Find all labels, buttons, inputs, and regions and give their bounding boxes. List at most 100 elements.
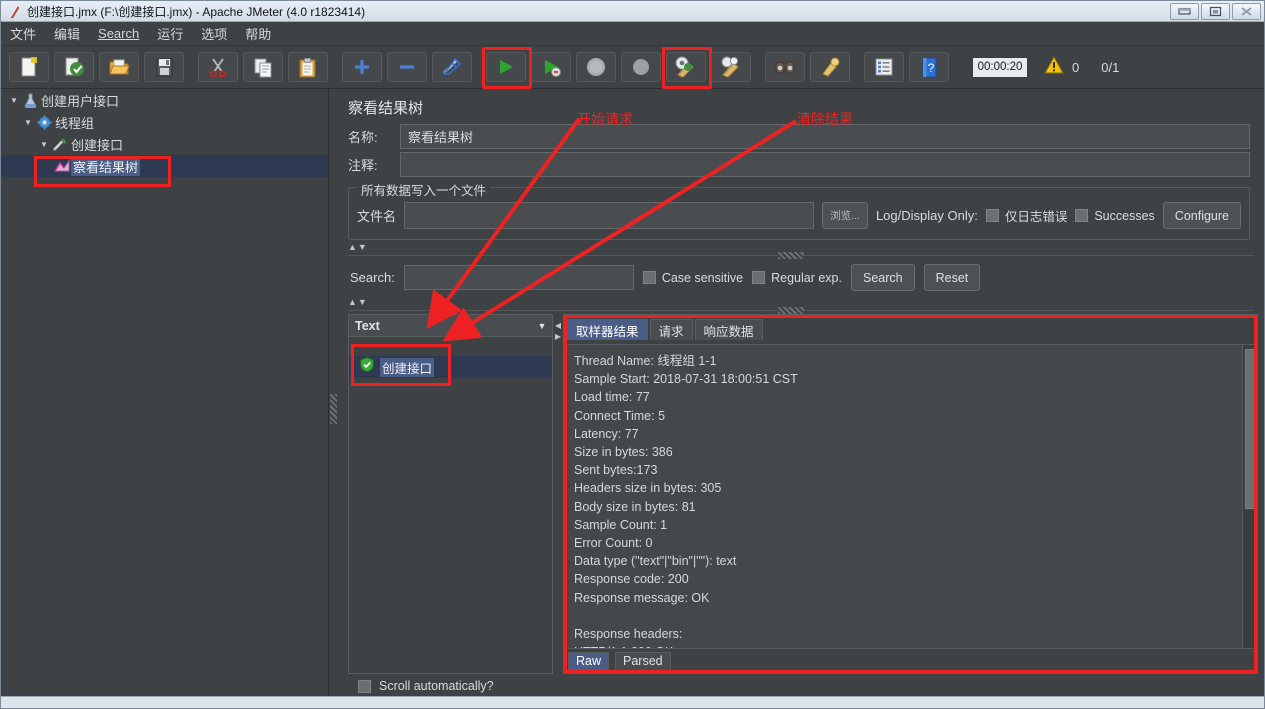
main-split-divider[interactable]: [329, 89, 338, 708]
name-field-row: 名称: 察看结果树: [348, 124, 1250, 149]
reset-search-button[interactable]: [810, 52, 850, 82]
split-arrow-icons[interactable]: ◀ ▶: [553, 320, 563, 342]
shutdown-button[interactable]: [621, 52, 661, 82]
warning-triangle-icon[interactable]: [1044, 55, 1064, 79]
elapsed-timer: 00:00:20: [972, 56, 1028, 78]
close-button[interactable]: [1232, 3, 1261, 20]
tree-node-view-results-tree[interactable]: 察看结果树: [1, 155, 328, 187]
tab-request[interactable]: 请求: [649, 319, 693, 340]
checkbox-box[interactable]: [642, 271, 656, 284]
tree-node-label: 创建用户接口: [41, 93, 120, 109]
result-item-create-interface[interactable]: 创建接口: [349, 356, 552, 378]
menu-help[interactable]: 帮助: [236, 22, 280, 45]
green-shield-success-icon: [360, 357, 374, 377]
clear-button[interactable]: [662, 47, 712, 89]
raw-button[interactable]: Raw: [568, 651, 610, 671]
tree-node-test-plan[interactable]: ▼ 创建用户接口: [1, 89, 328, 111]
horizontal-divider-top[interactable]: [348, 252, 1254, 259]
tree-node-thread-group[interactable]: ▼ 线程组: [1, 111, 328, 133]
search-label: Search:: [350, 270, 395, 285]
parsed-button[interactable]: Parsed: [615, 651, 671, 671]
detail-tabs: 取样器结果 请求 响应数据: [564, 315, 1257, 340]
chevron-down-icon[interactable]: ▼: [532, 315, 552, 336]
save-button[interactable]: [144, 52, 184, 82]
name-label: 名称:: [348, 130, 378, 145]
search-button[interactable]: [765, 52, 805, 82]
browse-button[interactable]: 浏览...: [822, 202, 868, 229]
divider-grip[interactable]: [778, 252, 804, 259]
active-thread-count: 0/1: [1101, 59, 1120, 75]
search-reset-button[interactable]: Reset: [923, 264, 981, 291]
comment-input[interactable]: [400, 152, 1250, 177]
status-bar: [1, 696, 1264, 708]
status-indicators: 0 0/1: [1044, 55, 1120, 79]
case-sensitive-checkbox[interactable]: Case sensitive: [642, 270, 744, 285]
help-button[interactable]: ?: [909, 52, 949, 82]
thread-group-gear-icon: [35, 114, 53, 130]
menu-run[interactable]: 运行: [148, 22, 192, 45]
new-button[interactable]: [9, 52, 49, 82]
templates-button[interactable]: [54, 52, 94, 82]
expander-icon[interactable]: ▼: [37, 140, 51, 149]
scroll-automatically-checkbox[interactable]: Scroll automatically?: [358, 679, 494, 693]
results-split-divider[interactable]: ◀ ▶: [553, 314, 563, 674]
expander-icon[interactable]: ▼: [21, 118, 35, 127]
configure-button[interactable]: Configure: [1162, 202, 1241, 229]
stop-button[interactable]: [576, 52, 616, 82]
start-button[interactable]: [482, 47, 532, 89]
open-button[interactable]: [99, 52, 139, 82]
copy-button[interactable]: [243, 52, 283, 82]
maximize-button[interactable]: [1201, 3, 1230, 20]
checkbox-box[interactable]: [1075, 209, 1089, 222]
start-no-pauses-button[interactable]: [531, 52, 571, 82]
horizontal-divider-bottom[interactable]: [348, 307, 1254, 314]
successes-checkbox[interactable]: Successes: [1075, 209, 1155, 223]
name-input[interactable]: 察看结果树: [400, 124, 1250, 149]
tab-sampler-result[interactable]: 取样器结果: [567, 319, 648, 340]
errors-only-label: 仅日志错误: [1004, 210, 1068, 224]
view-results-tree-panel: 察看结果树 名称: 察看结果树 注释: 所有数据写入一个文件 文件名 浏览...…: [338, 89, 1264, 708]
menu-search[interactable]: Search: [89, 24, 148, 43]
collapse-all-button[interactable]: [387, 52, 427, 82]
collapse-arrows-top[interactable]: ▲▼: [348, 242, 1264, 252]
warning-count: 0: [1072, 59, 1080, 75]
regular-exp-checkbox[interactable]: Regular exp.: [752, 271, 842, 285]
renderer-combo[interactable]: Text ▼: [349, 315, 552, 337]
group-legend: 所有数据写入一个文件: [357, 180, 491, 199]
comment-label: 注释:: [348, 158, 378, 173]
menu-options[interactable]: 选项: [192, 22, 236, 45]
menu-file[interactable]: 文件: [1, 22, 45, 45]
minimize-button[interactable]: [1170, 3, 1199, 20]
page-title: 察看结果树: [348, 100, 424, 117]
collapse-arrows-bottom[interactable]: ▲▼: [348, 297, 1264, 307]
sampler-result-text-area[interactable]: Thread Name: 线程组 1-1 Sample Start: 2018-…: [564, 344, 1257, 649]
split-grip-handle[interactable]: [330, 394, 337, 424]
expand-all-button[interactable]: [342, 52, 382, 82]
toggle-pencil-button[interactable]: [432, 52, 472, 82]
cut-button[interactable]: [198, 52, 238, 82]
filename-row: 文件名 浏览... Log/Display Only: 仅日志错误 Succes…: [357, 202, 1241, 229]
case-sensitive-label: Case sensitive: [661, 270, 744, 285]
checkbox-box[interactable]: [358, 679, 371, 693]
detail-scrollbar[interactable]: [1242, 345, 1257, 648]
checkbox-box[interactable]: [752, 271, 766, 284]
divider-grip[interactable]: [778, 307, 804, 314]
menu-search-label: Search: [98, 26, 140, 41]
scrollbar-thumb[interactable]: [1245, 349, 1256, 509]
tree-node-label: 线程组: [55, 115, 95, 131]
filename-input[interactable]: [404, 202, 815, 229]
function-helper-button[interactable]: [864, 52, 904, 82]
results-list[interactable]: 创建接口: [349, 337, 552, 673]
log-display-only-label: Log/Display Only:: [875, 208, 978, 223]
checkbox-box[interactable]: [985, 209, 999, 222]
paste-button[interactable]: [288, 52, 328, 82]
search-submit-button[interactable]: Search: [850, 264, 915, 291]
tree-node-http-request[interactable]: ▼ 创建接口: [1, 133, 328, 155]
clear-all-button[interactable]: [711, 52, 751, 82]
menu-edit[interactable]: 编辑: [45, 22, 89, 45]
tab-response-data[interactable]: 响应数据: [694, 319, 763, 340]
search-input[interactable]: [403, 265, 634, 290]
errors-only-checkbox[interactable]: 仅日志错误: [985, 206, 1068, 225]
expander-icon[interactable]: ▼: [7, 96, 21, 105]
menu-bar: 文件 编辑 Search 运行 选项 帮助: [1, 22, 1264, 46]
